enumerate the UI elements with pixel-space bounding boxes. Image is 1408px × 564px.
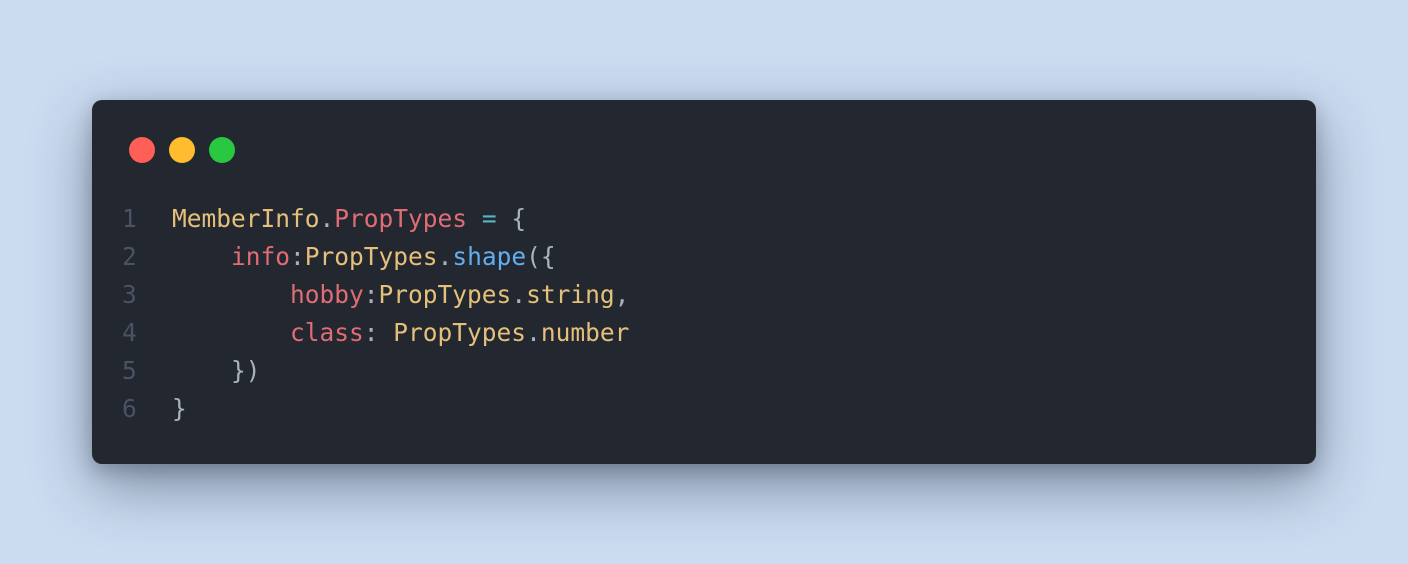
code-token-punctuation: ,: [614, 280, 630, 309]
minimize-dot-icon[interactable]: [169, 137, 195, 163]
code-token-punctuation: :: [363, 280, 379, 309]
maximize-dot-icon[interactable]: [209, 137, 235, 163]
code-token-property: hobby: [290, 280, 364, 309]
code-token-punctuation: .: [526, 318, 541, 347]
code-token-property: PropTypes: [334, 204, 468, 233]
line-number: 1: [122, 204, 137, 233]
code-token-punctuation: [172, 280, 290, 309]
code-token-punctuation: {: [496, 204, 527, 233]
code-line: 2 info:PropTypes.shape({: [122, 238, 629, 276]
code-line: 5 }): [122, 352, 629, 390]
code-token-punctuation: .: [437, 242, 453, 271]
code-token-punctuation: [172, 318, 290, 347]
code-token-punctuation: [172, 356, 231, 385]
code-token-identifier: number: [540, 318, 630, 347]
code-token-property: info: [231, 242, 291, 271]
line-number: 2: [122, 242, 137, 271]
line-number: 6: [122, 394, 137, 423]
code-token-identifier: string: [526, 280, 615, 309]
code-token-punctuation: .: [511, 280, 527, 309]
code-line: 1 MemberInfo.PropTypes = {: [122, 200, 629, 238]
code-token-punctuation: ({: [526, 242, 556, 271]
close-dot-icon[interactable]: [129, 137, 155, 163]
code-text: hobby:PropTypes.string,: [172, 276, 629, 314]
code-token-punctuation: [172, 242, 231, 271]
code-token-punctuation: }): [231, 356, 261, 385]
code-token-property: class: [290, 318, 364, 347]
code-token-punctuation: :: [363, 318, 394, 347]
code-text: info:PropTypes.shape({: [172, 238, 556, 276]
code-token-operator: =: [481, 204, 497, 233]
line-number: 4: [122, 318, 137, 347]
code-token-punctuation: [467, 204, 482, 233]
code-token-identifier: MemberInfo: [172, 204, 320, 233]
line-number: 3: [122, 280, 137, 309]
code-token-function: shape: [452, 242, 527, 271]
code-line: 4 class: PropTypes.number: [122, 314, 629, 352]
code-token-punctuation: .: [319, 204, 335, 233]
code-window: 1 MemberInfo.PropTypes = {2 info:PropType…: [92, 100, 1316, 464]
code-line: 3 hobby:PropTypes.string,: [122, 276, 629, 314]
code-text: }: [172, 390, 187, 428]
code-line: 6}: [122, 390, 629, 428]
code-token-identifier: PropTypes: [378, 280, 512, 309]
code-text: class: PropTypes.number: [172, 314, 629, 352]
code-token-punctuation: :: [290, 242, 305, 271]
code-text: MemberInfo.PropTypes = {: [172, 200, 526, 238]
code-block: 1 MemberInfo.PropTypes = {2 info:PropType…: [122, 200, 629, 428]
code-token-identifier: PropTypes: [304, 242, 438, 271]
code-token-punctuation: }: [172, 394, 187, 423]
code-token-identifier: PropTypes: [393, 318, 527, 347]
code-text: }): [172, 352, 261, 390]
line-number: 5: [122, 356, 137, 385]
